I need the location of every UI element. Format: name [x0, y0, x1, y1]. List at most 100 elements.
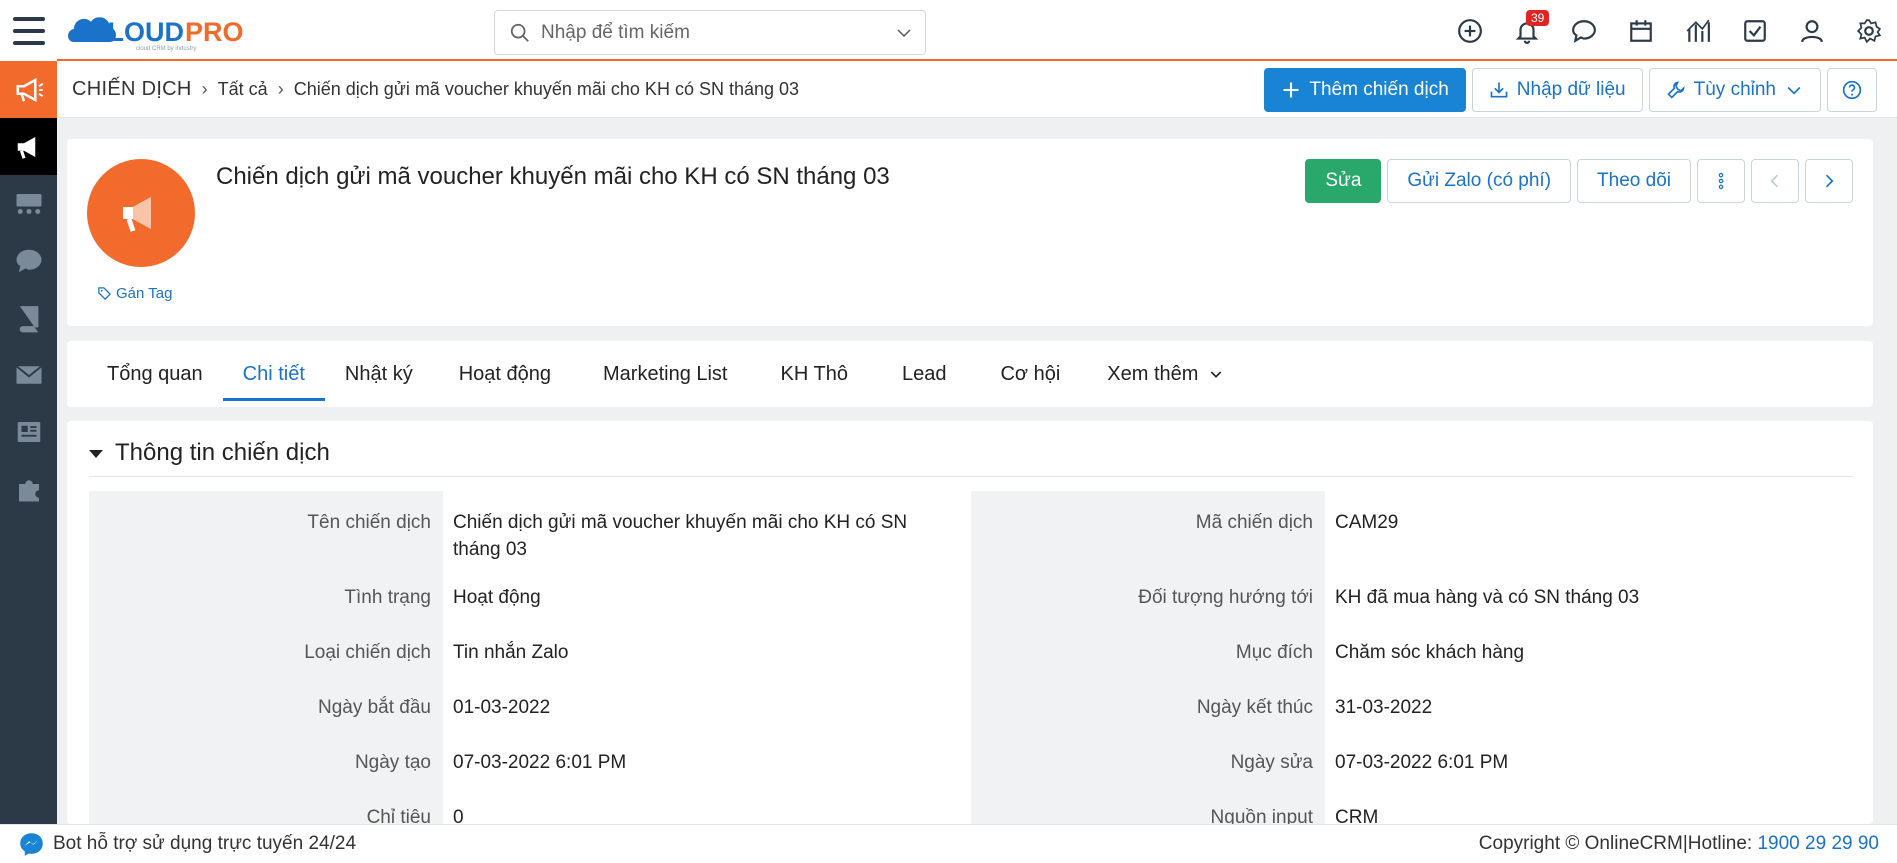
tab-log[interactable]: Nhật ký	[325, 341, 433, 407]
field-value[interactable]: 01-03-2022	[443, 682, 971, 737]
field-value[interactable]: CRM	[1325, 792, 1853, 824]
help-button[interactable]	[1827, 68, 1877, 112]
import-data-button[interactable]: Nhập dữ liệu	[1471, 68, 1643, 112]
sidebar-item-marketing[interactable]	[0, 61, 57, 118]
breadcrumb: CHIẾN DỊCH › Tất cả › Chiến dịch gửi mã …	[72, 61, 799, 118]
field-value[interactable]: 07-03-2022 6:01 PM	[443, 737, 971, 792]
menu-toggle-button[interactable]	[0, 0, 57, 61]
page-actions: Thêm chiến dịch Nhập dữ liệu Tùy chỉnh	[1264, 68, 1877, 112]
record-actions: Sửa Gửi Zalo (có phí) Theo dõi	[1305, 159, 1853, 203]
field-label: Ngày sửa	[971, 737, 1325, 792]
assign-tag-label: Gán Tag	[116, 285, 173, 302]
field-value[interactable]: Chiến dịch gửi mã voucher khuyến mãi cho…	[443, 491, 971, 572]
more-actions-button[interactable]	[1697, 159, 1745, 203]
calendar-button[interactable]	[1612, 0, 1669, 61]
record-tabs: Tổng quan Chi tiết Nhật ký Hoạt động Mar…	[67, 341, 1873, 407]
tab-opportunities[interactable]: Cơ hội	[973, 341, 1087, 407]
vertical-dots-icon	[1718, 172, 1724, 190]
field-value[interactable]: CAM29	[1325, 491, 1853, 572]
hotline-link[interactable]: 1900 29 29 90	[1757, 833, 1879, 854]
plus-icon	[1283, 82, 1299, 98]
field-row: Ngày bắt đầu 01-03-2022 Ngày kết thúc 31…	[89, 682, 1853, 737]
tab-raw-customers[interactable]: KH Thô	[754, 341, 875, 407]
user-profile-button[interactable]	[1783, 0, 1840, 61]
sidebar-item-messages[interactable]	[0, 232, 57, 289]
search-input[interactable]: Nhập để tìm kiếm	[541, 22, 895, 44]
field-label: Mục đích	[971, 627, 1325, 682]
breadcrumb-record: Chiến dịch gửi mã voucher khuyến mãi cho…	[293, 79, 800, 99]
sidebar-item-email[interactable]	[0, 346, 57, 403]
assign-tag-link[interactable]: Gán Tag	[97, 285, 172, 302]
next-record-button[interactable]	[1805, 159, 1853, 203]
puzzle-icon	[18, 479, 39, 501]
tab-marketing-list[interactable]: Marketing List	[577, 341, 754, 407]
sidebar-item-news[interactable]	[0, 403, 57, 460]
settings-button[interactable]	[1840, 0, 1897, 61]
header-icons: 39	[1441, 0, 1897, 61]
record-header-card: Gán Tag Chiến dịch gửi mã voucher khuyến…	[67, 139, 1873, 326]
add-campaign-button[interactable]: Thêm chiến dịch	[1264, 68, 1466, 112]
previous-record-button[interactable]	[1751, 159, 1799, 203]
hamburger-line	[12, 16, 45, 21]
record-avatar	[87, 159, 195, 267]
field-label: Mã chiến dịch	[971, 491, 1325, 572]
search-icon	[510, 23, 529, 42]
user-icon	[1800, 19, 1823, 42]
field-value[interactable]: KH đã mua hàng và có SN tháng 03	[1325, 572, 1853, 627]
field-row: Chỉ tiêu 0 Nguồn input CRM	[89, 792, 1853, 824]
field-value[interactable]: 31-03-2022	[1325, 682, 1853, 737]
field-row: Tình trạng Hoạt động Đối tượng hướng tới…	[89, 572, 1853, 627]
notifications-button[interactable]: 39	[1498, 0, 1555, 61]
tab-activities[interactable]: Hoạt động	[433, 341, 577, 407]
field-label: Loại chiến dịch	[89, 627, 443, 682]
sidebar-item-campaigns[interactable]	[0, 118, 57, 175]
field-value[interactable]: Tin nhắn Zalo	[443, 627, 971, 682]
section-header[interactable]: Thông tin chiến dịch	[89, 435, 330, 471]
hamburger-line	[12, 40, 45, 45]
caret-down-icon	[89, 450, 103, 458]
field-value[interactable]: 07-03-2022 6:01 PM	[1325, 737, 1853, 792]
megaphone-icon	[16, 77, 43, 102]
chat-button[interactable]	[1555, 0, 1612, 61]
field-label: Chỉ tiêu	[89, 792, 443, 824]
logo-tagline: cloud CRM by industry	[136, 46, 196, 52]
sidebar-item-knowledge[interactable]	[0, 289, 57, 346]
quick-create-button[interactable]	[1441, 0, 1498, 61]
customize-dropdown[interactable]: Tùy chỉnh	[1648, 68, 1821, 112]
sidebar-item-customers[interactable]	[0, 175, 57, 232]
field-value[interactable]: Chăm sóc khách hàng	[1325, 627, 1853, 682]
download-tray-icon	[1490, 82, 1508, 98]
cloudpro-logo[interactable]: CLOUD PRO cloud CRM by industry	[66, 8, 276, 52]
book-icon	[19, 305, 38, 332]
tab-lead[interactable]: Lead	[875, 341, 974, 407]
chevron-down-icon[interactable]	[895, 24, 913, 42]
customize-label: Tùy chỉnh	[1693, 79, 1776, 100]
tab-details[interactable]: Chi tiết	[222, 341, 326, 407]
wrench-icon	[1666, 81, 1685, 99]
send-zalo-button[interactable]: Gửi Zalo (có phí)	[1387, 159, 1572, 203]
reports-button[interactable]	[1669, 0, 1726, 61]
tab-more[interactable]: Xem thêm	[1087, 341, 1244, 407]
field-grid: Tên chiến dịch Chiến dịch gửi mã voucher…	[89, 491, 1853, 824]
global-search[interactable]: Nhập để tìm kiếm	[494, 10, 926, 55]
details-panel: Thông tin chiến dịch Tên chiến dịch Chiế…	[67, 421, 1873, 824]
breadcrumb-filter[interactable]: Tất cả	[218, 79, 268, 100]
field-row: Loại chiến dịch Tin nhắn Zalo Mục đích C…	[89, 627, 1853, 682]
tab-more-label: Xem thêm	[1107, 362, 1199, 385]
field-value[interactable]: 0	[443, 792, 971, 824]
breadcrumb-module[interactable]: CHIẾN DỊCH	[72, 78, 192, 101]
calendar-icon	[1629, 19, 1652, 42]
tasks-button[interactable]	[1726, 0, 1783, 61]
chat-bubble-icon	[1571, 19, 1596, 43]
tab-overview[interactable]: Tổng quan	[87, 341, 223, 407]
field-value[interactable]: Hoạt động	[443, 572, 971, 627]
chevron-right-icon: ›	[201, 79, 208, 99]
sidebar-item-extensions[interactable]	[0, 460, 57, 517]
field-label: Ngày tạo	[89, 737, 443, 792]
chevron-down-icon	[1787, 86, 1801, 95]
field-label: Ngày bắt đầu	[89, 682, 443, 737]
edit-button[interactable]: Sửa	[1305, 159, 1382, 203]
field-label: Ngày kết thúc	[971, 682, 1325, 737]
follow-button[interactable]: Theo dõi	[1577, 159, 1691, 203]
support-bot-link[interactable]: Bot hỗ trợ sử dụng trực tuyến 24/24	[18, 831, 356, 858]
